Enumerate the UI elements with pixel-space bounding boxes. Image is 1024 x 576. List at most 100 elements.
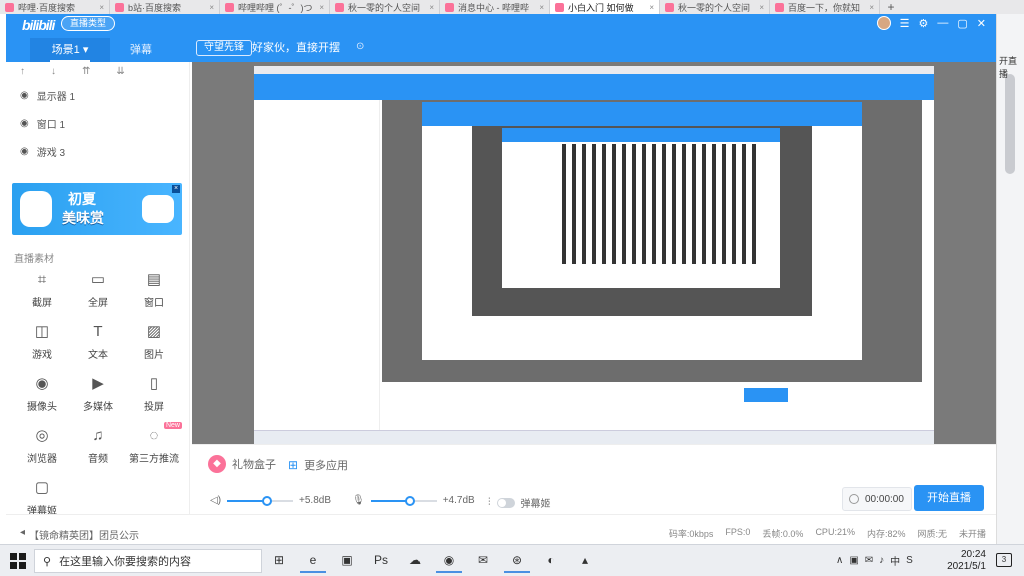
new-tab-button[interactable]: + <box>880 0 902 14</box>
close-icon[interactable]: × <box>209 3 214 12</box>
microphone-icon[interactable]: 🎙 <box>352 495 365 506</box>
livehime-icon[interactable]: ⊛ <box>504 549 530 573</box>
close-icon[interactable]: ✕ <box>977 17 986 30</box>
tab-danmu[interactable]: 弹幕 <box>130 38 152 62</box>
close-icon[interactable]: × <box>99 3 104 12</box>
close-icon[interactable]: × <box>759 3 764 12</box>
display-icon[interactable]: ▣ <box>849 555 858 566</box>
tv-mascot-icon <box>142 195 174 223</box>
mascot-icon <box>20 191 52 227</box>
chrome-icon[interactable]: ◉ <box>436 549 462 573</box>
speaker-db: +5.8dB <box>299 495 332 506</box>
page-scrollbar[interactable] <box>1005 74 1015 174</box>
more-apps-button[interactable]: ⊞ 更多应用 <box>288 457 348 473</box>
browser-tab[interactable]: b站·百度搜索 × <box>110 0 220 14</box>
cpu-usage: CPU:21% <box>815 527 855 537</box>
tray-expand-icon[interactable]: ∧ <box>836 555 843 566</box>
mic-slider[interactable] <box>370 495 437 506</box>
browser-tab-active[interactable]: 小白入门 如何做 × <box>550 0 660 14</box>
material-media[interactable]: ▶ 多媒体 <box>70 374 126 414</box>
source-item[interactable]: ◉ 窗口 1 <box>20 114 65 132</box>
task-view-icon[interactable]: ⊞ <box>266 549 292 573</box>
input-method-icon[interactable]: 中 <box>890 553 900 568</box>
notification-icon[interactable]: 3 <box>996 553 1012 567</box>
recursive-preview <box>382 100 922 382</box>
browser-tab[interactable]: 哔哩哔哩 (゜-゜)つ × <box>220 0 330 14</box>
category-button[interactable]: 守望先锋 <box>196 40 252 56</box>
close-icon[interactable]: × <box>539 3 544 12</box>
start-live-button[interactable]: 开始直播 <box>914 485 984 511</box>
close-icon[interactable]: × <box>319 3 324 12</box>
apps-grid-icon: ⊞ <box>288 458 299 472</box>
material-text[interactable]: T 文本 <box>70 322 126 362</box>
source-item[interactable]: ◉ 显示器 1 <box>20 86 75 104</box>
sogou-icon[interactable]: S <box>906 555 913 566</box>
tab-scene-1[interactable]: 场景1 ▾ <box>30 38 110 62</box>
close-icon[interactable]: × <box>172 185 180 193</box>
settings-icon[interactable]: ⚙ <box>919 17 929 30</box>
media-file-icon: ▶ <box>92 375 104 392</box>
promo-banner[interactable]: 初夏 美味赏 × <box>12 183 182 235</box>
gift-box-button[interactable]: ◆ 礼物盒子 <box>208 455 276 473</box>
material-audio[interactable]: ♫ 音频 <box>70 426 126 466</box>
edge-icon[interactable]: e <box>300 549 326 573</box>
memory-usage: 内存:82% <box>866 529 906 539</box>
material-camera[interactable]: ◉ 摄像头 <box>14 374 70 414</box>
maximize-icon[interactable]: ▢ <box>957 17 967 30</box>
system-clock[interactable]: 20:24 2021/5/1 <box>938 549 986 573</box>
room-type-button[interactable]: 直播类型 <box>61 16 116 31</box>
stream-preview[interactable] <box>192 62 996 446</box>
eye-icon[interactable]: ◉ <box>20 118 29 129</box>
announcement[interactable]: ◂ 【镜命精英团】团员公示 <box>20 527 139 542</box>
browser-icon[interactable]: ◐ <box>538 549 564 573</box>
browser-tab[interactable]: 消息中心 - 哔哩哔 × <box>440 0 550 14</box>
move-top-icon[interactable]: ⇈ <box>82 66 90 77</box>
search-icon: ⚲ <box>43 555 52 568</box>
material-third-party[interactable]: ◌ 第三方推流 New <box>126 422 182 466</box>
move-down-icon[interactable]: ↓ <box>51 66 56 77</box>
speaker-icon[interactable]: ◁) <box>210 495 221 506</box>
material-cast[interactable]: ▯ 投屏 <box>126 374 182 414</box>
avatar[interactable] <box>876 16 891 30</box>
material-window[interactable]: ▤ 窗口 <box>126 270 182 310</box>
material-fullscreen[interactable]: ▭ 全屏 <box>70 270 126 310</box>
app-icon[interactable]: ▴ <box>572 549 598 573</box>
danmu-toggle[interactable] <box>496 497 515 508</box>
taskbar-apps: ⊞ e ▣ Ps ☁ ◉ ✉ ⊛ ◐ ▴ <box>266 549 598 573</box>
close-icon[interactable]: × <box>869 3 874 12</box>
taskbar-search[interactable]: ⚲ 在这里输入你要搜索的内容 <box>34 549 262 573</box>
menu-icon[interactable]: ☰ <box>900 17 910 30</box>
material-screenshot[interactable]: ⌗ 截屏 <box>14 270 70 310</box>
source-item[interactable]: ◉ 游戏 3 <box>20 142 65 160</box>
slider-knob[interactable] <box>405 495 416 506</box>
minimize-icon[interactable]: — <box>937 17 948 29</box>
browser-tab[interactable]: 秋一零的个人空间 × <box>330 0 440 14</box>
material-image[interactable]: ▨ 图片 <box>126 322 182 362</box>
message-icon[interactable]: ✉ <box>865 555 873 566</box>
mail-icon[interactable]: ✉ <box>470 549 496 573</box>
cloud-icon[interactable]: ☁ <box>402 549 428 573</box>
speaker-slider[interactable] <box>227 495 294 506</box>
close-icon[interactable]: × <box>649 3 654 12</box>
volume-icon[interactable]: ♪ <box>879 555 884 566</box>
photoshop-icon[interactable]: Ps <box>368 549 394 573</box>
material-game[interactable]: ◫ 游戏 <box>14 322 70 362</box>
browser-tab[interactable]: 哔哩·百度搜索 × <box>0 0 110 14</box>
mixer-icon[interactable]: ⫶ <box>488 497 491 508</box>
browser-tab[interactable]: 秋一零的个人空间 × <box>660 0 770 14</box>
eye-icon[interactable]: ◉ <box>20 146 29 157</box>
move-up-icon[interactable]: ↑ <box>20 66 25 77</box>
material-danmaku[interactable]: ▢ 弹幕姬 <box>14 478 70 518</box>
windows-start-button[interactable] <box>10 553 26 569</box>
close-icon[interactable]: × <box>429 3 434 12</box>
file-explorer-icon[interactable]: ▣ <box>334 549 360 573</box>
material-label: 窗口 <box>144 298 164 309</box>
browser-tab[interactable]: 百度一下，你就知 × <box>770 0 880 14</box>
recursive-header-2 <box>422 102 862 126</box>
slider-knob[interactable] <box>261 495 272 506</box>
room-title[interactable]: 好家伙，直接开摆 <box>252 39 340 57</box>
material-browser[interactable]: ◎ 浏览器 <box>14 426 70 466</box>
eye-icon[interactable]: ◉ <box>20 90 29 101</box>
move-bottom-icon[interactable]: ⇊ <box>116 66 124 77</box>
edit-title-icon[interactable]: ⊙ <box>356 41 364 52</box>
